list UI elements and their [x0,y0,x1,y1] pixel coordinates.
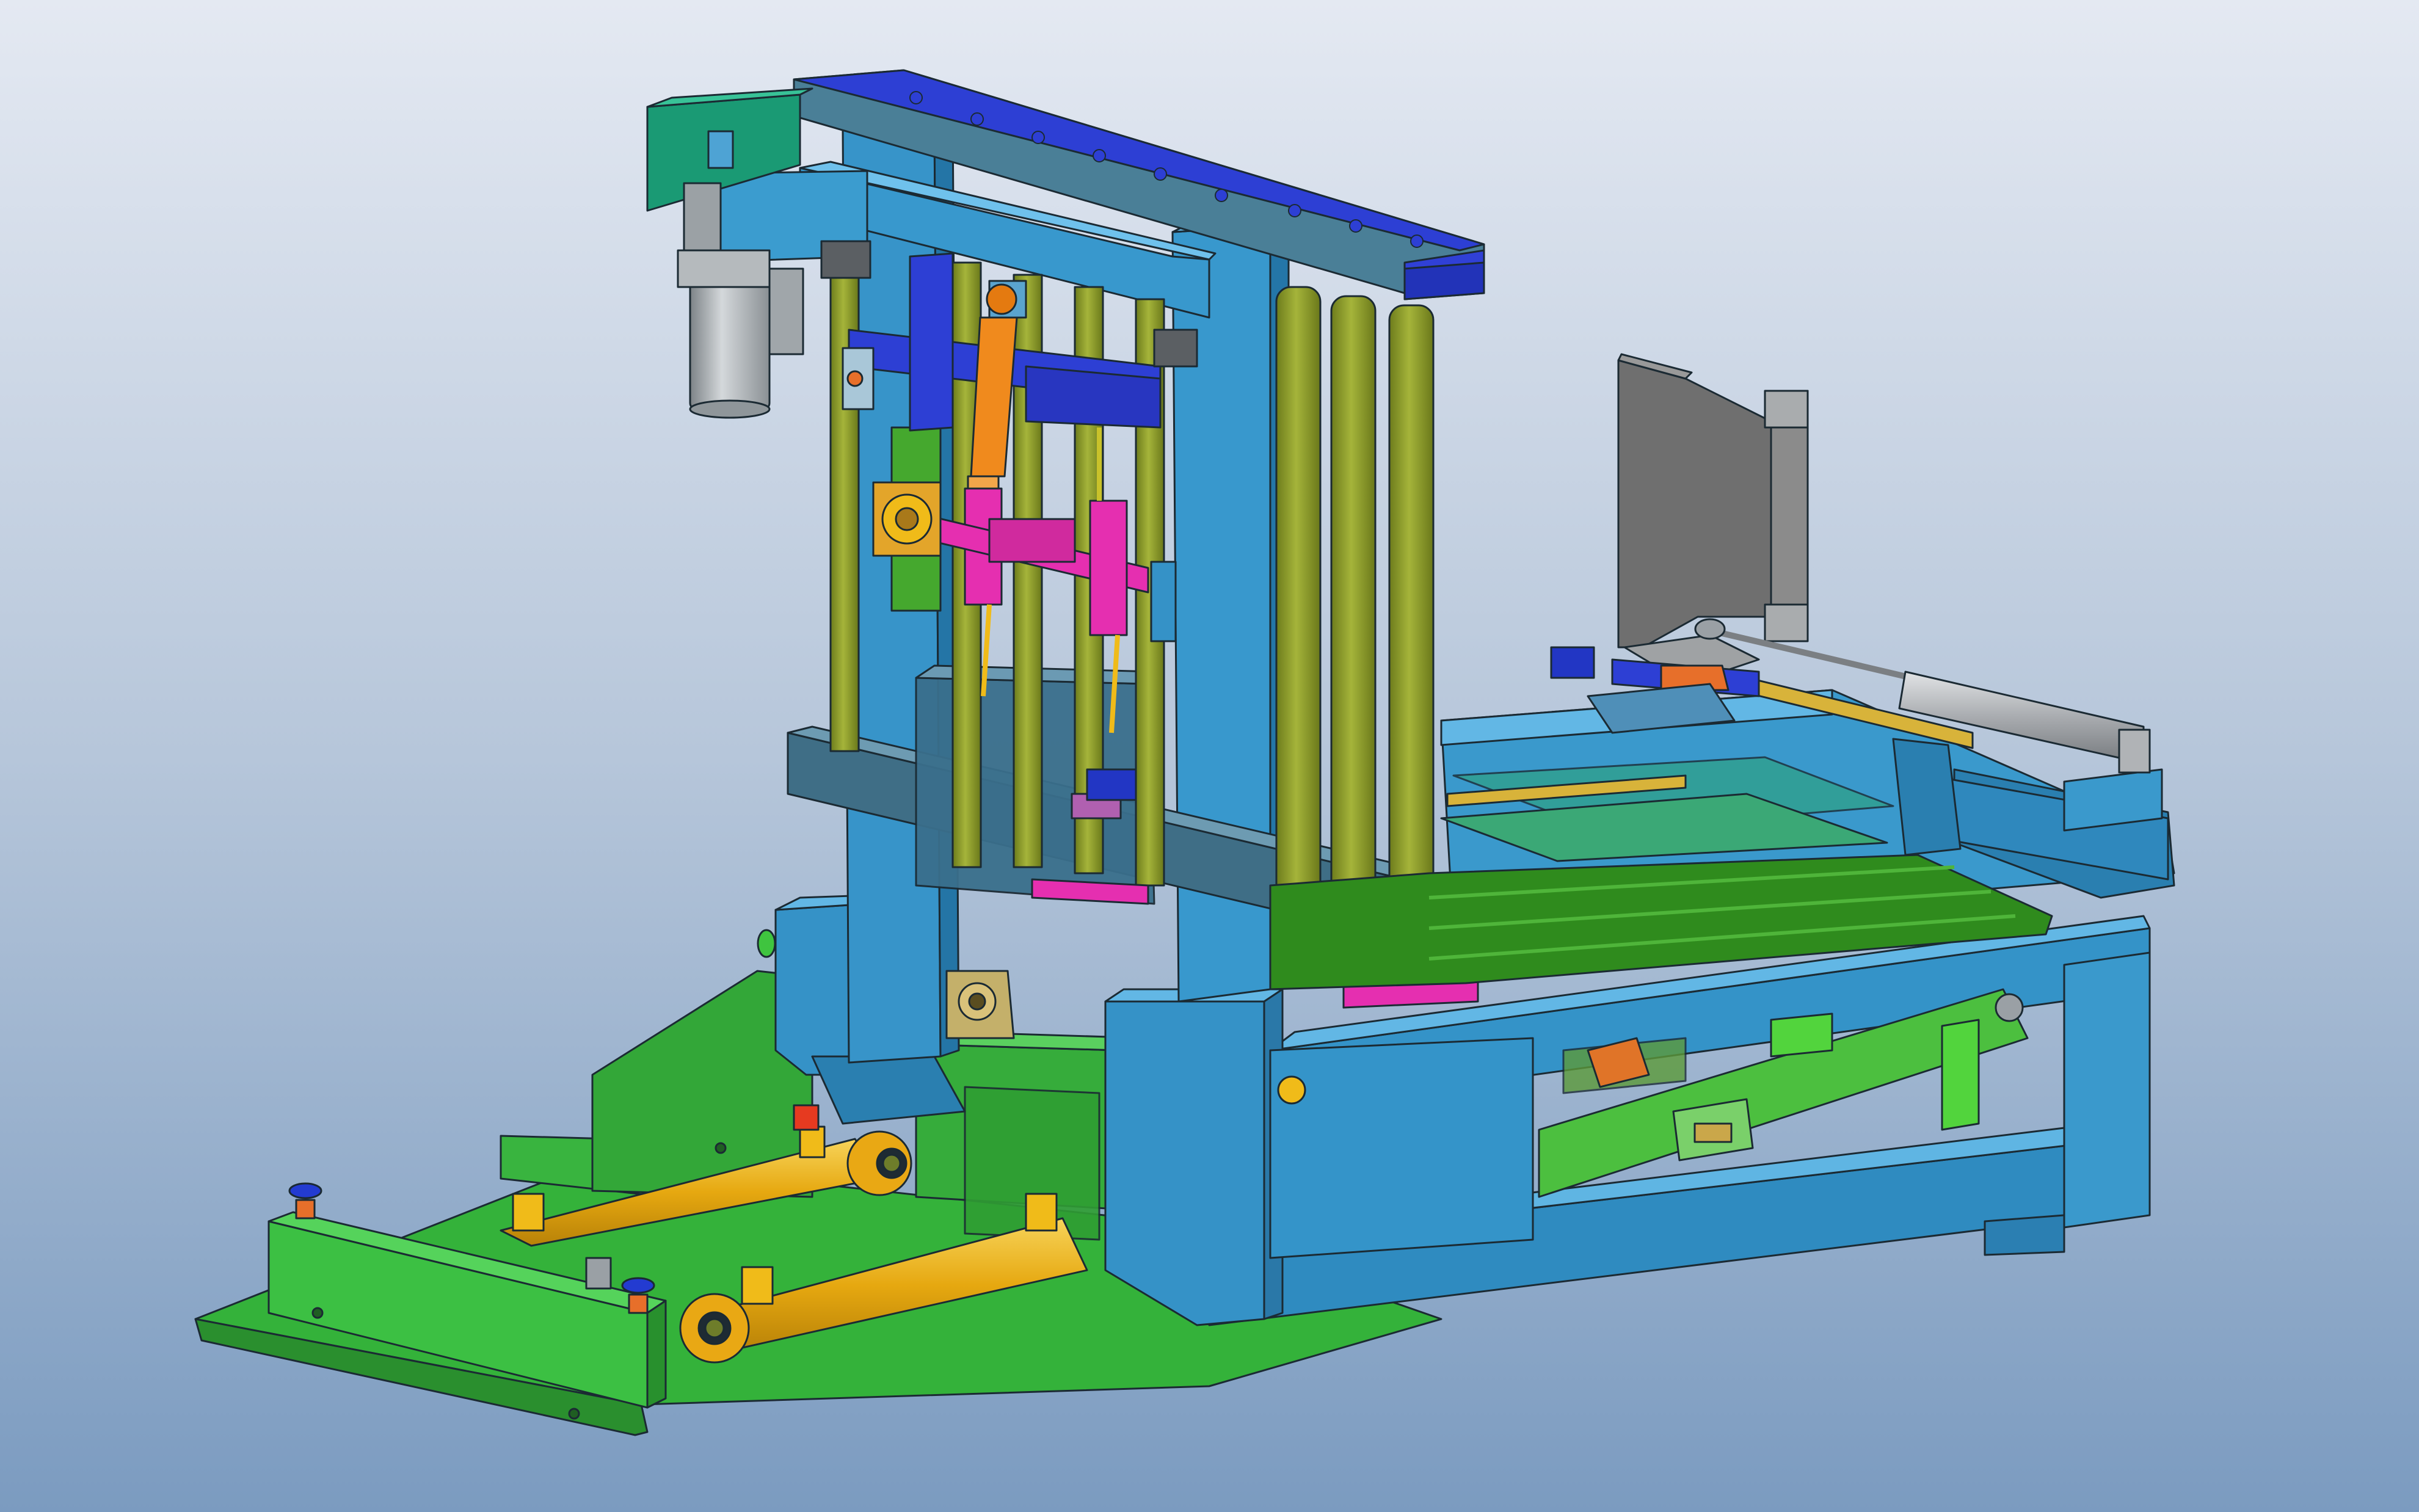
machine-assembly [0,0,2419,1512]
pivot-bracket [945,970,1015,1039]
flange-bearing [872,481,942,557]
sensor-block [1086,768,1137,801]
indicator-light [757,929,776,958]
cad-viewport[interactable] [0,0,2419,1512]
